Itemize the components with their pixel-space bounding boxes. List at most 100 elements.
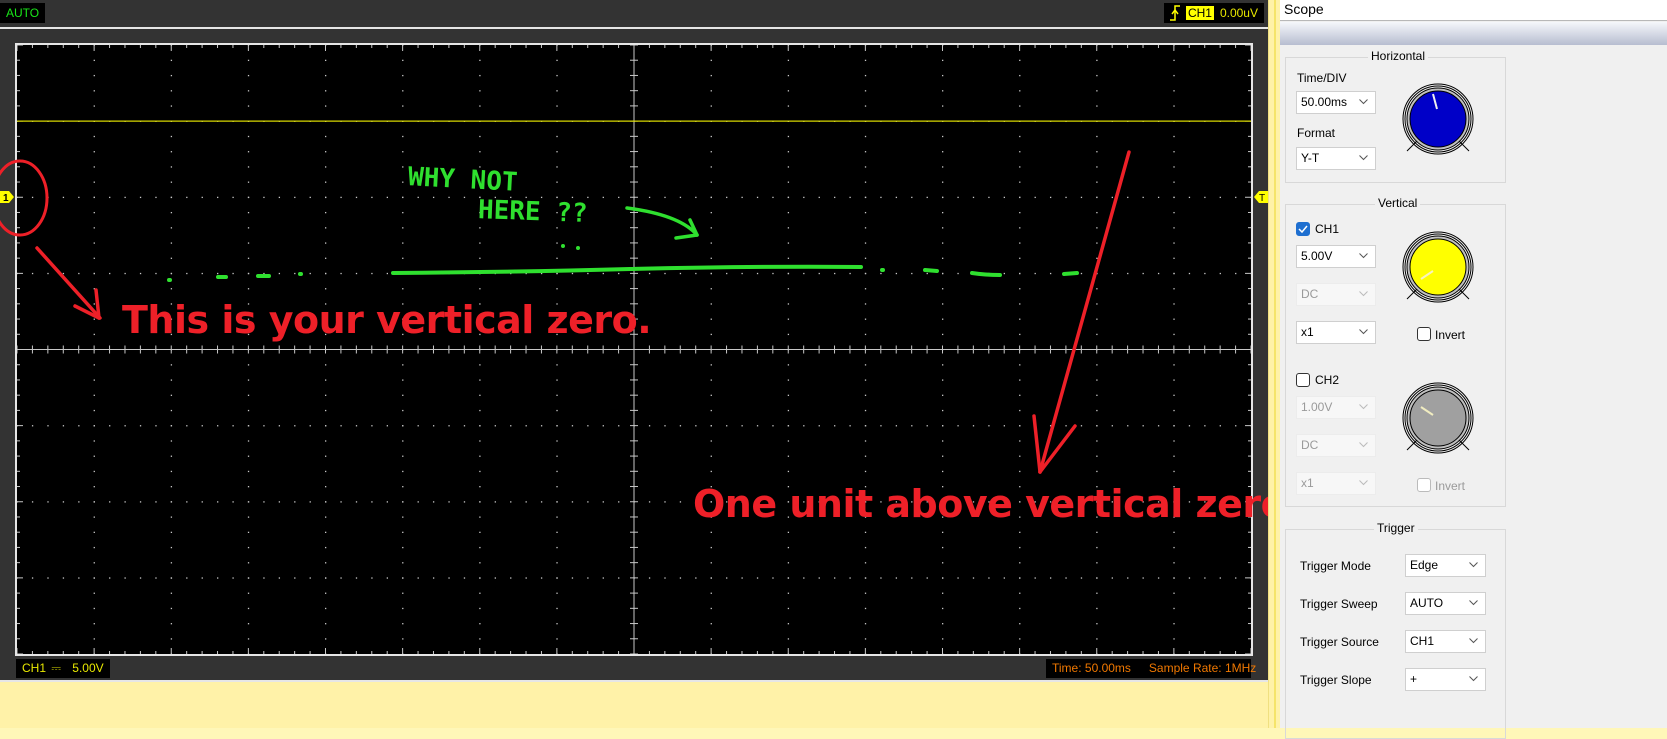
grid-dot <box>911 272 913 275</box>
trigger-slope-select[interactable]: + <box>1405 668 1486 691</box>
trigger-mode-label: Trigger Mode <box>1300 559 1371 573</box>
grid-dot <box>1019 242 1021 244</box>
grid-dot <box>247 409 250 412</box>
grid-dot <box>479 105 481 107</box>
grid-dot <box>880 272 882 275</box>
grid-dot <box>402 546 404 549</box>
trigger-source-select[interactable]: CH1 <box>1405 630 1486 653</box>
rising-edge-icon <box>1169 5 1180 21</box>
grid-dot <box>325 607 327 610</box>
grid-dot <box>1019 425 1021 427</box>
grid-dot <box>556 546 558 549</box>
ch2-volts-knob[interactable] <box>1400 380 1476 456</box>
grid-dot <box>602 272 604 275</box>
ch2-probe-select[interactable]: x1 <box>1296 472 1376 495</box>
ch2-volts-select[interactable]: 1.00V <box>1296 396 1376 419</box>
grid-dot <box>957 577 959 579</box>
ch1-invert-checkbox[interactable] <box>1417 327 1431 341</box>
grid-dot <box>587 501 589 503</box>
grid-dot <box>787 242 790 244</box>
grid-dot <box>864 151 867 153</box>
trigger-mode-select[interactable]: Edge <box>1405 554 1486 577</box>
panel-splitter[interactable] <box>1268 0 1280 728</box>
grid-dot <box>247 546 250 549</box>
grid-dot <box>93 151 95 153</box>
grid-dot <box>1019 562 1021 564</box>
grid-dot <box>93 486 95 488</box>
grid-dot <box>93 166 95 168</box>
grid-dot <box>402 607 404 610</box>
grid-dot <box>139 425 142 427</box>
waveform-screen[interactable] <box>15 43 1253 656</box>
grid-dot <box>787 379 790 381</box>
grid-dot <box>263 196 265 199</box>
grid-dot <box>710 531 712 533</box>
ch1-coupling-select[interactable]: DC <box>1296 283 1376 306</box>
grid-dot <box>602 577 604 579</box>
ch1-volts-knob[interactable] <box>1400 229 1476 305</box>
trigger-legend: Trigger <box>1374 521 1418 535</box>
timebase-knob[interactable] <box>1400 81 1476 157</box>
grid-dot <box>479 394 481 396</box>
grid-dot <box>247 577 250 579</box>
ch1-offset-marker[interactable]: 1 <box>0 191 14 203</box>
grid-dot <box>556 394 558 396</box>
ch1-volts-select[interactable]: 5.00V <box>1296 245 1376 268</box>
grid-dot <box>1003 272 1005 275</box>
grid-dot <box>710 440 712 442</box>
grid-dot <box>479 272 481 275</box>
grid-dot <box>93 379 95 381</box>
grid-dot <box>710 409 712 412</box>
grid-dot <box>942 592 944 594</box>
horizontal-legend: Horizontal <box>1368 49 1429 63</box>
trigger-level-marker[interactable]: T <box>1254 191 1268 203</box>
grid-dot <box>710 394 712 396</box>
grid-dot <box>864 592 867 594</box>
grid-dot <box>294 272 296 275</box>
grid-dot <box>1019 455 1021 457</box>
grid-dot <box>556 272 558 275</box>
grid-dot <box>247 440 250 442</box>
grid-dot <box>1019 196 1021 199</box>
grid-dot <box>556 440 558 442</box>
grid-dot <box>479 562 481 564</box>
ch1-probe-select[interactable]: x1 <box>1296 321 1376 344</box>
grid-dot <box>371 501 373 503</box>
grid-dot <box>1096 577 1098 579</box>
grid-dot <box>1188 272 1191 275</box>
grid-dot <box>402 105 404 107</box>
grid-dot <box>787 440 790 442</box>
ch2-enable-checkbox[interactable] <box>1296 373 1310 387</box>
chevron-down-icon <box>1469 600 1478 606</box>
grid-dot <box>432 501 435 503</box>
grid-dot <box>232 425 234 427</box>
grid-dot <box>93 455 95 457</box>
time-div-select[interactable]: 50.00ms <box>1296 91 1376 114</box>
grid-dot <box>942 546 944 549</box>
ch2-coupling-select[interactable]: DC <box>1296 434 1376 457</box>
grid-dot <box>1096 394 1098 396</box>
ch1-enable-checkbox[interactable] <box>1296 222 1310 236</box>
grid-dot <box>170 105 173 107</box>
ch2-invert-checkbox[interactable] <box>1417 478 1431 492</box>
chevron-down-icon <box>1359 291 1368 297</box>
grid-dot <box>787 303 790 305</box>
grid-dot <box>787 546 790 549</box>
grid-dot <box>942 333 944 336</box>
grid-dot <box>1173 318 1175 320</box>
grid-dot <box>1173 272 1175 275</box>
trigger-sweep-select[interactable]: AUTO <box>1405 592 1486 615</box>
annotation-here: HERE ?? <box>477 195 589 229</box>
grid-dot <box>556 59 558 62</box>
chevron-down-icon <box>1359 253 1368 259</box>
grid-dot <box>217 425 219 427</box>
format-select[interactable]: Y-T <box>1296 147 1376 170</box>
grid-dot <box>325 90 327 92</box>
sample-rate: Sample Rate: 1MHz <box>1148 661 1257 675</box>
grid-dot <box>247 74 250 77</box>
grid-dot <box>155 272 157 275</box>
grid-dot <box>1065 272 1067 275</box>
grid-dot <box>1003 577 1005 579</box>
grid-dot <box>556 242 558 244</box>
grid-dot <box>325 288 327 290</box>
